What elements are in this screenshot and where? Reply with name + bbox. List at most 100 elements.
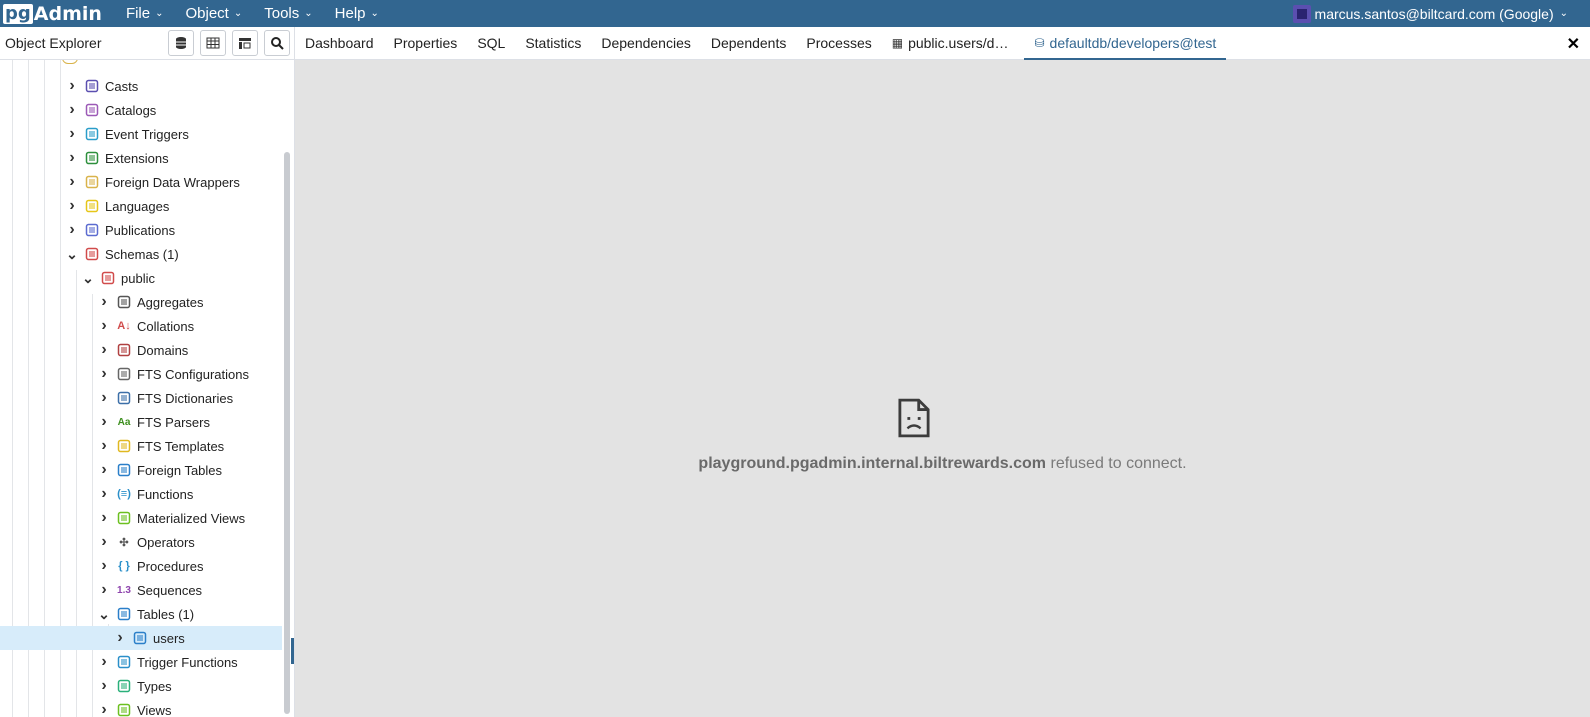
chevron-right-icon[interactable]: › <box>96 365 112 383</box>
tab-dependencies[interactable]: Dependencies <box>591 27 701 59</box>
chevron-down-icon: ⌄ <box>1559 8 1568 19</box>
tree-node-casts[interactable]: › Casts <box>0 74 282 98</box>
chevron-right-icon[interactable]: › <box>64 173 80 191</box>
chevron-right-icon[interactable]: › <box>96 653 112 671</box>
chevron-down-icon[interactable]: ⌄ <box>96 606 112 623</box>
tree-node-label: Tables (1) <box>137 606 195 622</box>
tree-node-operators[interactable]: › ✣ Operators <box>0 530 282 554</box>
chevron-right-icon[interactable]: › <box>96 677 112 695</box>
chevron-right-icon[interactable]: › <box>96 485 112 503</box>
chevron-right-icon[interactable]: › <box>64 101 80 119</box>
user-menu[interactable]: marcus.santos@biltcard.com (Google) ⌄ <box>1292 0 1568 27</box>
chevron-right-icon[interactable]: › <box>96 581 112 599</box>
tab-sql[interactable]: SQL <box>467 27 515 59</box>
chevron-right-icon[interactable]: › <box>96 437 112 455</box>
publications-icon <box>84 222 100 238</box>
tree-node-label: Procedures <box>137 558 204 574</box>
tree-node-trigger-functions[interactable]: › Trigger Functions <box>0 650 282 674</box>
chevron-right-icon[interactable]: › <box>64 77 80 95</box>
selection-marker <box>291 638 294 664</box>
tab-label: Dependents <box>710 35 787 51</box>
chevron-right-icon[interactable]: › <box>96 557 112 575</box>
chevron-down-icon[interactable]: ⌄ <box>80 270 96 287</box>
chevron-right-icon[interactable]: › <box>96 293 112 311</box>
chevron-down-icon[interactable]: ⌄ <box>64 246 80 263</box>
menu-object[interactable]: Object ⌄ <box>186 5 243 22</box>
tree-node-public[interactable]: ⌄ public <box>0 266 282 290</box>
chevron-right-icon[interactable]: › <box>64 197 80 215</box>
tree-node-tables-1[interactable]: ⌄ Tables (1) <box>0 602 282 626</box>
tree-node-functions[interactable]: › (≡) Functions <box>0 482 282 506</box>
tab-defaultdb-developers-test[interactable]: ⛁ defaultdb/developers@test <box>1024 29 1227 61</box>
tree-node-label: Languages <box>105 198 170 214</box>
tree-node-foreign-tables[interactable]: › Foreign Tables <box>0 458 282 482</box>
tree-node-catalogs[interactable]: › Catalogs <box>0 98 282 122</box>
menu-object-label: Object <box>185 5 229 22</box>
menu-file[interactable]: File ⌄ <box>126 5 164 22</box>
tab-properties[interactable]: Properties <box>384 27 468 59</box>
tab-dashboard[interactable]: Dashboard <box>295 27 384 59</box>
tree-node-label: users <box>153 630 185 646</box>
tree-node-label: Aggregates <box>137 294 204 310</box>
close-icon[interactable]: ✕ <box>1567 34 1580 54</box>
database-icon[interactable] <box>168 30 194 56</box>
tree-node-materialized-views[interactable]: › Materialized Views <box>0 506 282 530</box>
tree-node-fts-templates[interactable]: › FTS Templates <box>0 434 282 458</box>
chevron-right-icon[interactable]: › <box>96 413 112 431</box>
tree-node-domains[interactable]: › Domains <box>0 338 282 362</box>
tab-statistics[interactable]: Statistics <box>515 27 591 59</box>
tree-node-label: FTS Configurations <box>137 366 249 382</box>
pgadmin-logo[interactable]: pg Admin <box>3 2 102 25</box>
chevron-right-icon[interactable]: › <box>96 389 112 407</box>
tree-node-schemas-1[interactable]: ⌄ Schemas (1) <box>0 242 282 266</box>
tree-node-publications[interactable]: › Publications <box>0 218 282 242</box>
tree-node-fts-parsers[interactable]: › Aa FTS Parsers <box>0 410 282 434</box>
sad-page-icon <box>898 398 930 438</box>
tree-node-collations[interactable]: › A↓ Collations <box>0 314 282 338</box>
chevron-right-icon[interactable]: › <box>64 125 80 143</box>
tree-node-sequences[interactable]: › 1.3 Sequences <box>0 578 282 602</box>
query-tool-icon[interactable] <box>232 30 258 56</box>
tree-node-aggregates[interactable]: › Aggregates <box>0 290 282 314</box>
tree-node-fts-configurations[interactable]: › FTS Configurations <box>0 362 282 386</box>
tree-node-label: Functions <box>137 486 194 502</box>
chevron-right-icon[interactable]: › <box>64 149 80 167</box>
chevron-right-icon[interactable]: › <box>112 629 128 647</box>
tree-node-types[interactable]: › Types <box>0 674 282 698</box>
tree-node-procedures[interactable]: › { } Procedures <box>0 554 282 578</box>
search-icon[interactable] <box>264 30 290 56</box>
tab-label: Processes <box>806 35 872 51</box>
logo-pg: pg <box>3 2 33 24</box>
tree-node-event-triggers[interactable]: › Event Triggers <box>0 122 282 146</box>
tree-node-label: Casts <box>105 78 139 94</box>
object-explorer-panel: Object Explorer › Casts › Catalogs › Event Tr… <box>0 27 295 717</box>
table-grid-icon[interactable] <box>200 30 226 56</box>
casts-icon <box>84 78 100 94</box>
tab-processes[interactable]: Processes <box>796 27 881 59</box>
menu-tools[interactable]: Tools ⌄ <box>264 5 312 22</box>
tree-node-label: FTS Dictionaries <box>137 390 234 406</box>
chevron-right-icon[interactable]: › <box>96 509 112 527</box>
tree-node-label: Schemas (1) <box>105 246 179 262</box>
tree-node-users[interactable]: › users <box>0 626 282 650</box>
schema-icon <box>100 270 116 286</box>
error-text: refused to connect. <box>1050 455 1187 472</box>
tab-public-users-d[interactable]: ▦ public.users/d… <box>882 27 1019 59</box>
chevron-right-icon[interactable]: › <box>96 701 112 717</box>
chevron-right-icon[interactable]: › <box>96 341 112 359</box>
tree-scrollbar[interactable] <box>284 152 290 714</box>
tree-node-extensions[interactable]: › Extensions <box>0 146 282 170</box>
tree-node-fts-dictionaries[interactable]: › FTS Dictionaries <box>0 386 282 410</box>
menu-help[interactable]: Help ⌄ <box>335 5 379 22</box>
chevron-right-icon[interactable]: › <box>64 221 80 239</box>
tree-node-foreign-data-wrappers[interactable]: › Foreign Data Wrappers <box>0 170 282 194</box>
tab-dependents[interactable]: Dependents <box>701 27 797 59</box>
tree-node-views[interactable]: › Views <box>0 698 282 717</box>
operators-icon: ✣ <box>119 536 129 549</box>
chevron-right-icon[interactable]: › <box>96 533 112 551</box>
tree-node-languages[interactable]: › Languages <box>0 194 282 218</box>
tables-icon <box>116 606 132 622</box>
chevron-right-icon[interactable]: › <box>96 317 112 335</box>
avatar <box>1292 4 1311 23</box>
chevron-right-icon[interactable]: › <box>96 461 112 479</box>
